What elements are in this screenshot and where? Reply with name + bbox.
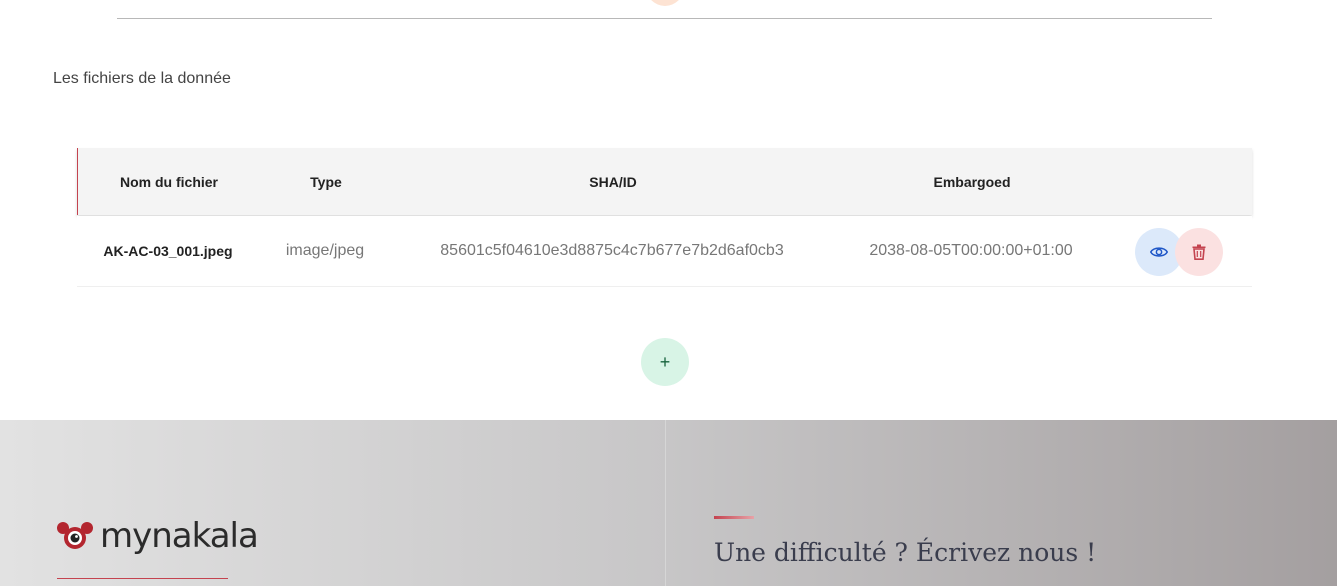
trash-icon (1192, 244, 1206, 260)
add-file-button[interactable]: + (641, 338, 689, 386)
footer: mynakala Une difficulté ? Écrivez nous ! (0, 420, 1337, 586)
section-divider (117, 18, 1212, 19)
table-row: AK-AC-03_001.jpeg image/jpeg 85601c5f046… (77, 216, 1252, 287)
mynakala-logo[interactable]: mynakala (56, 516, 259, 556)
contact-accent-line (714, 516, 754, 519)
plus-icon: + (659, 351, 671, 372)
table-header: Nom du fichier Type SHA/ID Embargoed (77, 148, 1252, 215)
contact-heading: Une difficulté ? Écrivez nous ! (714, 538, 1097, 567)
footer-divider (665, 420, 666, 586)
column-header-type: Type (310, 173, 342, 190)
column-header-sha: SHA/ID (589, 173, 637, 190)
column-header-embargoed: Embargoed (933, 173, 1011, 190)
eye-icon (1150, 247, 1168, 257)
file-name: AK-AC-03_001.jpeg (103, 243, 233, 259)
file-embargoed: 2038-08-05T00:00:00+01:00 (869, 242, 1073, 259)
column-header-filename: Nom du fichier (119, 173, 218, 190)
logo-text: mynakala (100, 516, 259, 556)
file-sha: 85601c5f04610e3d8875c4c7b677e7b2d6af0cb3 (440, 242, 784, 259)
files-table: Nom du fichier Type SHA/ID Embargoed AK-… (77, 148, 1252, 287)
files-section-title: Les fichiers de la donnée (53, 70, 231, 87)
delete-file-button[interactable] (1175, 228, 1223, 276)
logo-eye-icon (57, 522, 93, 549)
file-type: image/jpeg (285, 242, 365, 259)
logo-underline (57, 578, 228, 579)
top-decorative-circle (646, 0, 684, 6)
